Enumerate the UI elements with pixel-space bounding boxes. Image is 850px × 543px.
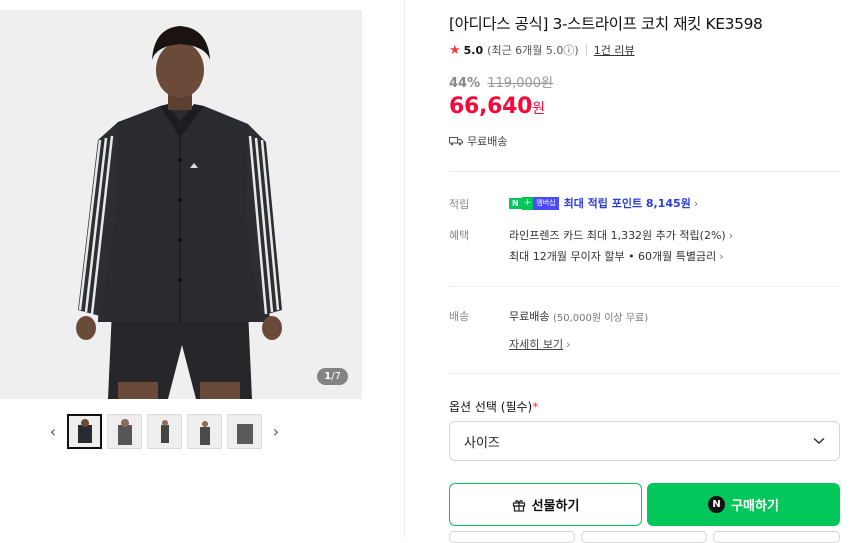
delivery-text: 무료배송 [509, 310, 550, 323]
gift-button-label: 선물하기 [531, 499, 580, 514]
thumbnail-image [77, 418, 92, 443]
divider [449, 373, 840, 374]
thumbnail[interactable] [107, 414, 142, 449]
next-thumbnail-arrow[interactable]: › [267, 414, 285, 449]
review-count-link[interactable]: 1건 리뷰 [594, 42, 635, 58]
shipping-row: 무료배송 [449, 133, 507, 149]
benefit-row-1[interactable]: 라인프렌즈 카드 최대 1,332원 추가 적립(2%) › [509, 227, 733, 243]
original-price: 119,000원 [487, 76, 553, 91]
detail-link-text: 자세히 보기 [509, 338, 564, 351]
benefit-text-1: 라인프렌즈 카드 최대 1,332원 추가 적립(2%) [509, 229, 726, 242]
divider [449, 286, 840, 287]
discount-row: 44% 119,000원 [449, 72, 553, 91]
buy-button-label: 구매하기 [731, 499, 779, 514]
prev-thumbnail-arrow[interactable]: ‹ [44, 414, 62, 449]
delivery-label: 배송 [449, 310, 470, 323]
thumbnail[interactable] [227, 414, 262, 449]
currency: 원 [532, 101, 545, 117]
product-gallery: 1/7 ‹ › [0, 0, 404, 538]
points-label: 적립 [449, 198, 470, 211]
thumbnail-strip: ‹ › [44, 414, 285, 449]
thumbnail-image [199, 420, 210, 445]
delivery-note: (50,000원 이상 무료) [552, 312, 649, 324]
rating-score: 5.0 [463, 43, 484, 57]
shipping-text: 무료배송 [467, 135, 508, 148]
chevron-right-icon: › [719, 249, 724, 263]
secondary-button[interactable] [449, 531, 575, 543]
membership-badge-label: 멤버십 [533, 196, 559, 210]
sale-price: 66,640원 [449, 94, 545, 119]
secondary-button[interactable] [581, 531, 707, 543]
chevron-down-icon [813, 437, 825, 445]
npay-icon: N [708, 496, 726, 513]
rating-row: ★ 5.0 (최근 6개월 5.0ⓘ) 1건 리뷰 [449, 42, 635, 58]
delivery-row: 무료배송 (50,000원 이상 무료) [509, 308, 648, 324]
gift-button[interactable]: 선물하기 [449, 483, 642, 526]
main-product-image[interactable]: 1/7 [0, 10, 362, 399]
secondary-button[interactable] [713, 531, 840, 543]
option-label-text: 옵션 선택 (필수) [449, 400, 533, 414]
thumbnail-image [160, 419, 169, 443]
option-label: 옵션 선택 (필수)* [449, 398, 538, 415]
benefit-row-2[interactable]: 최대 12개월 무이자 할부 • 60개월 특별금리 › [509, 248, 724, 264]
star-icon: ★ [449, 42, 461, 58]
divider [449, 171, 840, 172]
divider [585, 45, 587, 55]
thumbnail-image [236, 423, 253, 444]
required-mark: * [532, 400, 539, 414]
benefit-label: 혜택 [449, 229, 470, 242]
size-select[interactable]: 사이즈 [449, 421, 840, 461]
chevron-right-icon: › [566, 337, 571, 351]
naver-membership-badge: N + 멤버십 [509, 196, 559, 210]
thumbnail[interactable] [187, 414, 222, 449]
product-title: [아디다스 공식] 3-스트라이프 코치 재킷 KE3598 [449, 15, 763, 33]
points-text: 최대 적립 포인트 8,145원 [563, 197, 691, 210]
naver-n-icon: N [509, 197, 522, 209]
thumbnail[interactable] [147, 414, 182, 449]
delivery-detail-link[interactable]: 자세히 보기 › [509, 336, 571, 352]
image-counter: 1/7 [317, 368, 348, 385]
thumbnail[interactable] [67, 414, 102, 449]
rating-recent[interactable]: (최근 6개월 5.0ⓘ) [487, 42, 579, 58]
plus-icon: + [521, 196, 534, 210]
product-photo [0, 10, 362, 399]
sale-price-amount: 66,640 [449, 94, 533, 119]
counter-total: /7 [331, 371, 341, 382]
column-divider [404, 0, 405, 538]
chevron-right-icon: › [728, 228, 734, 242]
thumbnail-image [117, 418, 132, 445]
buy-button[interactable]: N 구매하기 [647, 483, 840, 526]
benefit-text-2: 최대 12개월 무이자 할부 • 60개월 특별금리 [509, 250, 717, 263]
size-select-value: 사이즈 [464, 435, 500, 451]
points-row[interactable]: N + 멤버십 최대 적립 포인트 8,145원 › [509, 195, 698, 211]
discount-percent: 44% [449, 76, 481, 91]
gift-icon [512, 499, 525, 512]
chevron-right-icon: › [693, 196, 699, 210]
truck-icon [449, 137, 463, 146]
